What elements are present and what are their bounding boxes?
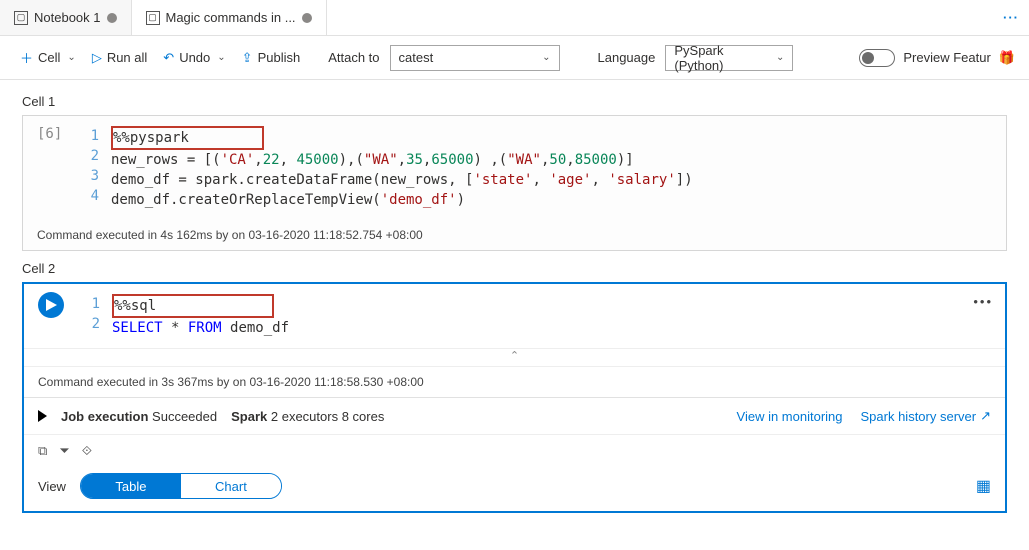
chevron-down-icon: ⌄ bbox=[776, 52, 784, 63]
attach-to-select[interactable]: catest ⌄ bbox=[390, 45, 560, 71]
add-cell-button[interactable]: ＋ Cell ⌄ bbox=[14, 44, 82, 71]
job-execution-row: Job execution Succeeded Spark 2 executor… bbox=[24, 397, 1005, 434]
toolbar: ＋ Cell ⌄ ▷ Run all ↶ Undo ⌄ ⇪ Publish At… bbox=[0, 36, 1029, 80]
line-gutter: 1 2 3 4 bbox=[87, 126, 111, 210]
cell-2[interactable]: ••• 1 2 %%sql SELECT * FROM demo_df ⌃ Co… bbox=[22, 282, 1007, 513]
btn-label: Cell bbox=[38, 50, 60, 65]
chevron-down-icon: ⌄ bbox=[542, 52, 550, 63]
external-link-icon: ↗ bbox=[980, 408, 991, 424]
unsaved-dot-icon bbox=[302, 13, 312, 23]
attach-to-label: Attach to bbox=[328, 50, 379, 65]
run-all-button[interactable]: ▷ Run all bbox=[86, 46, 153, 70]
cell-1-code[interactable]: [6] 1 2 3 4 %%pyspark new_rows = [('CA',… bbox=[23, 116, 1006, 220]
output-action-bar: ⧉ ⏷ ⟐ bbox=[24, 434, 1005, 467]
language-select[interactable]: PySpark (Python) ⌄ bbox=[665, 45, 793, 71]
gift-icon[interactable]: 🎁 bbox=[999, 50, 1015, 66]
chevron-down-icon: ⌄ bbox=[67, 52, 75, 63]
notebook-icon: ▢ bbox=[146, 11, 160, 25]
publish-button[interactable]: ⇪ Publish bbox=[236, 46, 307, 70]
btn-label: Publish bbox=[258, 50, 301, 65]
upload-icon: ⇪ bbox=[242, 50, 253, 66]
cell-1-label: Cell 1 bbox=[22, 94, 1007, 109]
tab-magic-commands[interactable]: ▢ Magic commands in ... bbox=[132, 0, 327, 35]
spark-info: Spark 2 executors 8 cores bbox=[231, 409, 384, 424]
code-content[interactable]: %%sql SELECT * FROM demo_df bbox=[112, 294, 289, 338]
undo-button[interactable]: ↶ Undo ⌄ bbox=[157, 46, 231, 70]
notebook-icon: ▢ bbox=[14, 11, 28, 25]
view-in-monitoring-link[interactable]: View in monitoring bbox=[737, 408, 843, 424]
cell-more-button[interactable]: ••• bbox=[973, 294, 993, 309]
run-cell-button[interactable] bbox=[38, 292, 64, 318]
expand-output-icon[interactable]: ▦ bbox=[976, 476, 991, 496]
magic-highlight: %%sql bbox=[112, 294, 274, 318]
job-execution-label: Job execution Succeeded bbox=[61, 409, 217, 424]
play-icon bbox=[46, 299, 57, 311]
preview-label: Preview Featur bbox=[903, 50, 990, 65]
language-label: Language bbox=[598, 50, 656, 65]
collapse-output-button[interactable]: ⌃ bbox=[24, 348, 1005, 366]
play-icon: ▷ bbox=[92, 50, 102, 66]
notebook-canvas: Cell 1 [6] 1 2 3 4 %%pyspark new_rows = … bbox=[0, 80, 1029, 537]
cell-1-status: Command executed in 4s 162ms by on 03-16… bbox=[23, 220, 1006, 250]
view-chart-button[interactable]: Chart bbox=[181, 474, 281, 498]
btn-label: Run all bbox=[107, 50, 147, 65]
spark-history-server-link[interactable]: Spark history server ↗ bbox=[861, 408, 992, 424]
execution-count: [6] bbox=[37, 126, 87, 210]
preview-features-toggle[interactable] bbox=[859, 49, 895, 67]
line-gutter: 1 2 bbox=[88, 294, 112, 338]
chevron-down-icon: ⌄ bbox=[217, 52, 225, 63]
view-table-button[interactable]: Table bbox=[81, 474, 181, 498]
tab-notebook-1[interactable]: ▢ Notebook 1 bbox=[0, 0, 132, 35]
cell-2-code[interactable]: 1 2 %%sql SELECT * FROM demo_df bbox=[24, 284, 1005, 348]
view-toggle: Table Chart bbox=[80, 473, 282, 499]
tab-label: Notebook 1 bbox=[34, 10, 101, 25]
filter-icon[interactable]: ⏷ bbox=[59, 443, 69, 459]
cell-1[interactable]: [6] 1 2 3 4 %%pyspark new_rows = [('CA',… bbox=[22, 115, 1007, 251]
view-row: View Table Chart ▦ bbox=[24, 467, 1005, 511]
magic-highlight: %%pyspark bbox=[111, 126, 264, 150]
view-label: View bbox=[38, 479, 66, 494]
cell-2-status: Command executed in 3s 367ms by on 03-16… bbox=[24, 366, 1005, 397]
erase-icon[interactable]: ⟐ bbox=[82, 443, 92, 459]
btn-label: Undo bbox=[179, 50, 210, 65]
tab-label: Magic commands in ... bbox=[166, 10, 296, 25]
play-solid-icon bbox=[38, 410, 47, 422]
language-value: PySpark (Python) bbox=[674, 43, 774, 73]
preview-features-toggle-wrap: Preview Featur 🎁 bbox=[859, 49, 1015, 67]
undo-icon: ↶ bbox=[163, 50, 174, 66]
copy-icon[interactable]: ⧉ bbox=[38, 443, 47, 459]
tab-bar: ▢ Notebook 1 ▢ Magic commands in ... ··· bbox=[0, 0, 1029, 36]
cell-2-label: Cell 2 bbox=[22, 261, 1007, 276]
more-tabs-icon[interactable]: ··· bbox=[1003, 10, 1019, 25]
code-content[interactable]: %%pyspark new_rows = [('CA',22, 45000),(… bbox=[111, 126, 693, 210]
attach-value: catest bbox=[399, 50, 434, 65]
unsaved-dot-icon bbox=[107, 13, 117, 23]
plus-icon: ＋ bbox=[20, 48, 33, 67]
